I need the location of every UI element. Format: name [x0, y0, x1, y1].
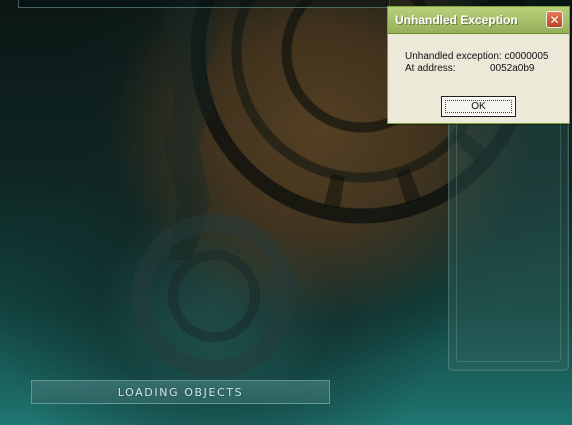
unhandled-exception-dialog: Unhandled Exception ✕ Unhandled exceptio… — [387, 6, 570, 124]
game-loading-screen: LOADING OBJECTS Unhandled Exception ✕ Un… — [0, 0, 572, 425]
close-button[interactable]: ✕ — [546, 11, 563, 28]
ok-button-label: OK — [471, 101, 486, 112]
exception-message: Unhandled exception: c0000005 — [405, 51, 549, 62]
ok-button[interactable]: OK — [441, 96, 516, 117]
top-frame-bar — [18, 0, 390, 8]
dialog-title: Unhandled Exception — [395, 13, 518, 27]
address-value: 0052a0b9 — [490, 63, 535, 74]
loading-status-bar: LOADING OBJECTS — [31, 380, 330, 404]
dialog-body: Unhandled exception: c0000005 At address… — [388, 34, 569, 123]
dialog-titlebar[interactable]: Unhandled Exception ✕ — [388, 7, 569, 34]
close-icon: ✕ — [549, 12, 560, 27]
background-inner-ring — [168, 250, 260, 342]
loading-status-label: LOADING OBJECTS — [117, 385, 244, 399]
address-label: At address: — [405, 63, 456, 74]
